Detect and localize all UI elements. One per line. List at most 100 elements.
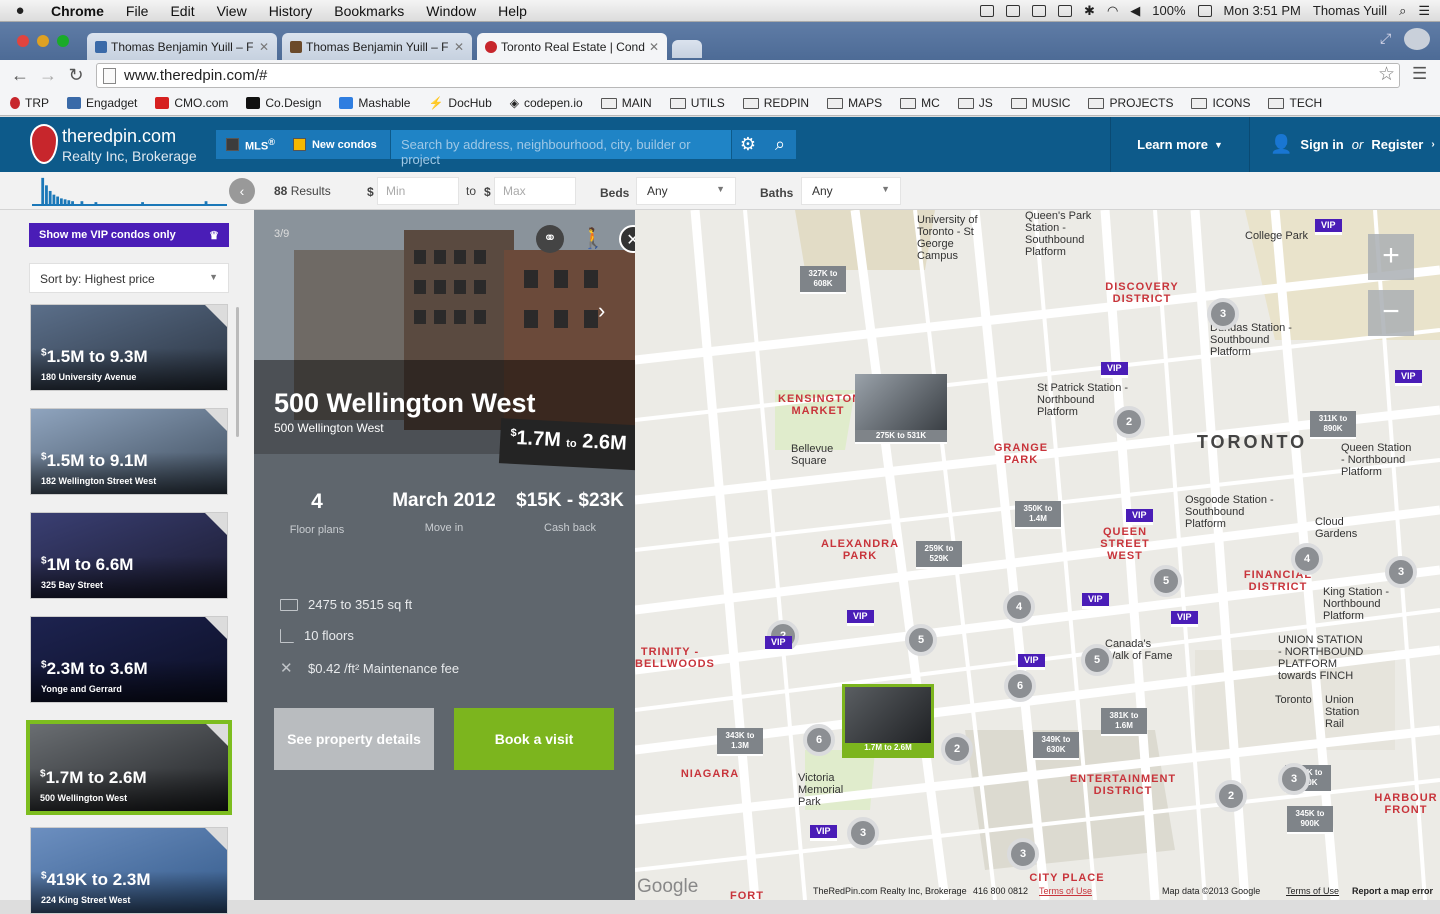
chrome-menu-icon[interactable]: ☰: [1412, 64, 1427, 84]
back-icon[interactable]: ←: [6, 65, 34, 86]
site-logo[interactable]: theredpin.com Realty Inc, Brokerage: [30, 124, 220, 166]
listing-card[interactable]: $419K to 2.3M 224 King Street West: [30, 827, 228, 914]
new-condos-label[interactable]: New condos: [312, 139, 377, 151]
bookmark-codesign[interactable]: Co.Design: [246, 96, 321, 110]
bookmark-folder-maps[interactable]: MAPS: [827, 96, 882, 110]
tab-close-icon[interactable]: ✕: [649, 40, 659, 54]
map-price-pin[interactable]: 381K to 1.6M: [1101, 708, 1147, 736]
menu-app[interactable]: Chrome: [40, 3, 115, 19]
bookmark-folder-main[interactable]: MAIN: [600, 96, 652, 110]
minimize-window-icon[interactable]: [37, 35, 49, 47]
clock[interactable]: Mon 3:51 PM: [1224, 3, 1301, 18]
map-cluster-marker[interactable]: 5: [1081, 644, 1113, 676]
next-photo-icon[interactable]: ›: [598, 298, 605, 324]
menu-edit[interactable]: Edit: [159, 3, 205, 19]
bookmark-folder-utils[interactable]: UTILS: [669, 96, 725, 110]
link-icon[interactable]: ⚭: [536, 225, 564, 253]
map-view[interactable]: DISCOVERY DISTRICT KENSINGTON MARKET GRANG…: [635, 210, 1440, 900]
timemachine-icon[interactable]: [1058, 4, 1073, 17]
map-vip-marker[interactable]: VIP: [1126, 509, 1153, 525]
search-icon[interactable]: ⌕: [764, 130, 796, 159]
close-window-icon[interactable]: [17, 35, 29, 47]
map-vip-marker[interactable]: VIP: [765, 636, 792, 652]
tab-close-icon[interactable]: ✕: [454, 40, 464, 54]
zoom-in-button[interactable]: +: [1368, 234, 1414, 280]
baths-select[interactable]: Any ▼: [801, 177, 901, 205]
bookmark-trp[interactable]: TRP: [10, 96, 49, 110]
user-name[interactable]: Thomas Yuill: [1313, 3, 1387, 18]
map-cluster-marker[interactable]: 2: [1113, 406, 1145, 438]
bookmark-folder-redpin[interactable]: REDPIN: [742, 96, 809, 110]
volume-icon[interactable]: ◀: [1130, 3, 1140, 19]
notification-icon[interactable]: ☰: [1418, 3, 1430, 19]
map-vip-marker[interactable]: VIP: [1315, 219, 1342, 235]
menu-history[interactable]: History: [258, 3, 324, 19]
settings-gear-icon[interactable]: ⚙: [732, 130, 764, 159]
register-link[interactable]: Register: [1371, 137, 1423, 152]
dropbox-icon[interactable]: [980, 4, 995, 17]
map-price-pin[interactable]: 350K to 1.4M: [1015, 501, 1061, 529]
sign-in-register[interactable]: 👤 Sign in or Register ›: [1270, 117, 1440, 172]
menu-file[interactable]: File: [115, 3, 160, 19]
wifi-icon[interactable]: ◠: [1107, 3, 1118, 19]
menu-bookmarks[interactable]: Bookmarks: [323, 3, 415, 19]
menu-view[interactable]: View: [206, 3, 258, 19]
map-cluster-marker[interactable]: 3: [1278, 763, 1310, 795]
drive-icon[interactable]: [1006, 4, 1021, 17]
forward-icon[interactable]: →: [34, 65, 62, 86]
map-cluster-marker[interactable]: 3: [1007, 838, 1039, 870]
screen-icon[interactable]: [1032, 4, 1047, 17]
max-price-input[interactable]: Max: [494, 177, 576, 205]
sidebar-scrollbar[interactable]: [236, 307, 239, 437]
listing-card[interactable]: $1.7M to 2.6M 500 Wellington West: [26, 720, 232, 815]
footer-terms2-link[interactable]: Terms of Use: [1286, 886, 1339, 896]
selected-listing-pin[interactable]: 1.7M to 2.6M: [842, 684, 934, 758]
new-condos-checkbox[interactable]: [292, 138, 306, 151]
bluetooth-icon[interactable]: ✱: [1084, 3, 1095, 19]
map-vip-marker[interactable]: VIP: [1101, 362, 1128, 378]
map-vip-marker[interactable]: VIP: [1082, 593, 1109, 609]
map-cluster-marker[interactable]: 2: [1215, 780, 1247, 812]
map-vip-marker[interactable]: VIP: [1395, 370, 1422, 386]
map-vip-marker[interactable]: VIP: [847, 610, 874, 626]
map-cluster-marker[interactable]: 5: [905, 624, 937, 656]
search-input[interactable]: Search by address, neighbourhood, city, …: [391, 130, 731, 167]
map-cluster-marker[interactable]: 3: [1385, 556, 1417, 588]
bookmark-folder-icons[interactable]: ICONS: [1191, 96, 1250, 110]
map-cluster-marker[interactable]: 6: [803, 724, 835, 756]
fullscreen-icon[interactable]: ⤢: [1380, 30, 1391, 47]
bookmark-star-icon[interactable]: ☆: [1378, 63, 1395, 86]
bookmark-folder-music[interactable]: MUSIC: [1010, 96, 1070, 110]
map-vip-marker[interactable]: VIP: [810, 825, 837, 841]
footer-terms-link[interactable]: Terms of Use: [1039, 886, 1092, 896]
bookmark-folder-mc[interactable]: MC: [900, 96, 940, 110]
map-cluster-marker[interactable]: 5: [1150, 565, 1182, 597]
zoom-out-button[interactable]: −: [1368, 290, 1414, 336]
histogram-back-icon[interactable]: ‹: [229, 178, 255, 204]
min-price-input[interactable]: Min: [377, 177, 459, 205]
map-cluster-marker[interactable]: 2: [941, 733, 973, 765]
map-vip-marker[interactable]: VIP: [1018, 654, 1045, 670]
profile-avatar-icon[interactable]: [1404, 28, 1430, 50]
tab-1[interactable]: Thomas Benjamin Yuill – F ✕: [87, 33, 277, 60]
vip-filter-button[interactable]: Show me VIP condos only ♛: [29, 223, 229, 247]
battery-icon[interactable]: [1197, 4, 1212, 17]
see-property-details-button[interactable]: See property details: [274, 708, 434, 770]
mls-checkbox[interactable]: [226, 138, 239, 151]
address-bar[interactable]: www.theredpin.com/#: [96, 63, 1400, 88]
listing-card[interactable]: $1M to 6.6M 325 Bay Street: [30, 512, 228, 599]
tab-3-active[interactable]: Toronto Real Estate | Cond ✕: [477, 33, 667, 60]
beds-select[interactable]: Any ▼: [636, 177, 736, 205]
map-cluster-marker[interactable]: 3: [847, 817, 879, 849]
listing-card[interactable]: $1.5M to 9.3M 180 University Avenue: [30, 304, 228, 391]
book-visit-button[interactable]: Book a visit: [454, 708, 614, 770]
map-vip-marker[interactable]: VIP: [1171, 611, 1198, 627]
bookmark-folder-tech[interactable]: TECH: [1268, 96, 1322, 110]
bookmark-engadget[interactable]: Engadget: [67, 96, 137, 110]
tab-close-icon[interactable]: ✕: [259, 40, 269, 54]
listing-photo-pin[interactable]: 275K to 531K: [855, 374, 947, 444]
menu-window[interactable]: Window: [415, 3, 487, 19]
map-price-pin[interactable]: 349K to 630K: [1033, 732, 1079, 760]
listing-photo[interactable]: 3/9 ⚭ 🚶 ✕ › 500 Wellington West 500 Well…: [254, 210, 635, 454]
spotlight-icon[interactable]: ⌕: [1399, 3, 1406, 19]
